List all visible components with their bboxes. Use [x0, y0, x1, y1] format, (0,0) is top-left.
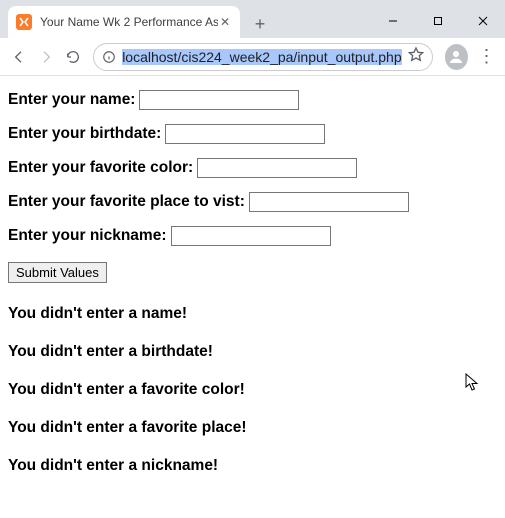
place-input[interactable]: [249, 192, 409, 212]
back-button[interactable]: [6, 43, 31, 71]
submit-button[interactable]: Submit Values: [8, 262, 107, 283]
xampp-icon: [16, 14, 32, 30]
reload-button[interactable]: [60, 43, 85, 71]
birthdate-input[interactable]: [165, 124, 325, 144]
error-no-birthdate: You didn't enter a birthdate!: [8, 343, 497, 361]
name-input[interactable]: [139, 90, 299, 110]
color-label: Enter your favorite color:: [8, 159, 193, 177]
minimize-button[interactable]: [370, 6, 415, 36]
error-no-place: You didn't enter a favorite place!: [8, 419, 497, 437]
bookmark-icon[interactable]: [408, 46, 424, 67]
nickname-label: Enter your nickname:: [8, 227, 167, 245]
close-window-button[interactable]: [460, 6, 505, 36]
error-no-nickname: You didn't enter a nickname!: [8, 457, 497, 475]
address-bar[interactable]: localhost/cis224_week2_pa/input_output.p…: [93, 43, 432, 71]
new-tab-button[interactable]: +: [246, 10, 274, 38]
close-tab-icon[interactable]: ✕: [218, 15, 232, 29]
tab-title: Your Name Wk 2 Performance As: [40, 15, 218, 29]
menu-button[interactable]: ⋮: [474, 46, 499, 67]
name-label: Enter your name:: [8, 91, 135, 109]
maximize-button[interactable]: [415, 6, 460, 36]
forward-button[interactable]: [33, 43, 58, 71]
profile-avatar[interactable]: [445, 44, 468, 70]
nickname-input[interactable]: [171, 226, 331, 246]
browser-toolbar: localhost/cis224_week2_pa/input_output.p…: [0, 38, 505, 76]
window-controls: [370, 6, 505, 36]
url-text: localhost/cis224_week2_pa/input_output.p…: [122, 49, 401, 65]
site-info-icon[interactable]: [102, 50, 116, 64]
color-input[interactable]: [197, 158, 357, 178]
place-label: Enter your favorite place to vist:: [8, 193, 245, 211]
error-no-color: You didn't enter a favorite color!: [8, 381, 497, 399]
page-content: Enter your name: Enter your birthdate: E…: [0, 76, 505, 501]
birthdate-label: Enter your birthdate:: [8, 125, 161, 143]
browser-titlebar: Your Name Wk 2 Performance As ✕ +: [0, 0, 505, 38]
browser-tab[interactable]: Your Name Wk 2 Performance As ✕: [8, 6, 240, 38]
error-no-name: You didn't enter a name!: [8, 305, 497, 323]
